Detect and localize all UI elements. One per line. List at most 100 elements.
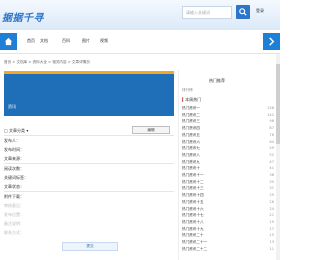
scrollbar-thumb[interactable] [276, 64, 280, 144]
sidebar-item-label: 热门资讯十三 [182, 186, 204, 191]
login-link[interactable]: 登录 [256, 8, 264, 14]
sidebar-item-count: 47 [269, 159, 274, 164]
sidebar-item-count: 41 [269, 166, 274, 171]
divider [4, 191, 174, 192]
sidebar-item-label: 热门资讯十六 [182, 206, 204, 211]
sidebar-list-item[interactable]: 热门资讯三 98 [182, 119, 274, 125]
sidebar-item-count: 19 [269, 219, 274, 224]
sidebar-item-label: 热门资讯八 [182, 152, 200, 157]
sidebar-item-label: 热门资讯七 [182, 146, 200, 151]
sidebar-item-count: 21 [269, 213, 274, 218]
field-views: 阅读次数： [4, 166, 24, 171]
sidebar-list-item[interactable]: 热门资讯八 52 [182, 153, 274, 159]
search-button[interactable] [236, 5, 250, 19]
search-icon [239, 8, 247, 16]
sidebar-list-item[interactable]: 热门资讯十 41 [182, 166, 274, 172]
sidebar-list-item[interactable]: 热门资讯十八 19 [182, 220, 274, 226]
sidebar-item-label: 热门资讯一 [182, 106, 200, 110]
nav-bar: 首页 文档 百科 图片 视频 [0, 30, 280, 54]
sidebar-item-label: 热门资讯十九 [182, 226, 204, 231]
divider [4, 135, 174, 136]
nav-item-home[interactable]: 首页 [27, 38, 35, 44]
sidebar-item-count: 29 [269, 193, 274, 198]
header-bar: 据据千寻 请输入关键词 登录 [0, 0, 280, 30]
nav-item-docs[interactable]: 文档 [40, 38, 48, 44]
field-publish-time: 发布时间： [4, 147, 24, 152]
field-attachment[interactable]: 附件下载： [4, 194, 24, 200]
sidebar-item-count: 98 [269, 119, 274, 124]
sidebar-item-label: 热门资讯十一 [182, 173, 204, 177]
category-select[interactable]: □ 文章分类 ▾ [4, 128, 28, 134]
sidebar-item-count: 24 [269, 206, 274, 211]
field-status: 文章状态： [4, 184, 24, 189]
nav-item-wiki[interactable]: 百科 [62, 38, 70, 44]
sidebar-list-item[interactable]: 热门资讯二 142 [182, 113, 274, 119]
submit-button[interactable]: 提交 [62, 242, 118, 251]
sidebar-item-count: 26 [269, 199, 274, 204]
sidebar-list-item[interactable]: 热门资讯十六 24 [182, 207, 274, 213]
sidebar-item-label: 热门资讯十八 [182, 219, 204, 224]
sidebar-item-count: 31 [269, 186, 274, 191]
nav-item-images[interactable]: 图片 [82, 38, 90, 44]
breadcrumb[interactable]: 首页 > 文档库 > 资料大全 > 相关内容 > 文章详情页 [4, 60, 90, 65]
scrollbar[interactable] [276, 54, 280, 260]
sidebar-list-item[interactable]: 热门资讯九 47 [182, 160, 274, 166]
sidebar-item-label: 热门资讯二十 [182, 233, 204, 238]
sidebar-list-item[interactable]: 热门资讯四 87 [182, 126, 274, 132]
sidebar-item-count: 17 [269, 226, 274, 231]
sidebar-list-item[interactable]: 热门资讯二十 15 [182, 233, 274, 239]
sidebar-title: 热门推荐 [209, 78, 225, 83]
sidebar-list-item[interactable]: 热门资讯六 64 [182, 140, 274, 146]
sidebar-item-count: 52 [269, 152, 274, 157]
sidebar-list-item[interactable]: 热门资讯十二 35 [182, 180, 274, 186]
sidebar-subtitle-label: 本周热门 [185, 97, 202, 102]
sidebar-list-item[interactable]: 热门资讯十四 29 [182, 193, 274, 199]
sidebar-item-label: 热门资讯十四 [182, 193, 204, 198]
search-input[interactable]: 请输入关键词 [182, 6, 232, 19]
sidebar-item-count: 15 [269, 233, 274, 238]
sidebar-item-count: 87 [269, 126, 274, 131]
sidebar-list-item[interactable]: 热门资讯二十二 11 [182, 247, 274, 253]
sidebar-list-item[interactable]: 热门资讯二十一 13 [182, 240, 274, 246]
site-logo[interactable]: 据据千寻 [2, 9, 44, 24]
sidebar-item-label: 热门资讯九 [182, 159, 200, 164]
main-content: 资讯 编辑 □ 文章分类 ▾ 发布人： 发布时间： 文章来源： 阅读次数： 关键… [4, 70, 174, 260]
sidebar-item-count: 142 [267, 112, 274, 117]
sidebar-list-item[interactable]: 热门资讯七 59 [182, 146, 274, 152]
field-review: 审核意见： [4, 203, 24, 208]
sidebar-list-item[interactable]: 热门资讯一 156 [182, 106, 274, 112]
sidebar: 热门推荐 排行榜 ▍本周热门 热门资讯一 156 热门资讯二 142 热门资讯三 98 热门… [178, 70, 276, 260]
sidebar-list-item[interactable]: 热门资讯五 76 [182, 133, 274, 139]
sidebar-item-count: 38 [269, 173, 274, 177]
sidebar-item-count: 64 [269, 139, 274, 144]
field-tags: 关键词标签： [4, 175, 28, 180]
sidebar-note: 排行榜 [182, 88, 193, 92]
sidebar-item-count: 13 [269, 240, 274, 244]
field-contact: 联系方式： [4, 230, 24, 235]
sidebar-list-item[interactable]: 热门资讯十九 17 [182, 227, 274, 233]
sidebar-item-label: 热门资讯十二 [182, 179, 204, 184]
sidebar-item-label: 热门资讯二十一 [182, 240, 208, 244]
sidebar-list-item[interactable]: 热门资讯十三 31 [182, 186, 274, 192]
sidebar-list-item[interactable]: 热门资讯十一 38 [182, 173, 274, 179]
sidebar-item-label: 热门资讯十 [182, 166, 200, 171]
sidebar-item-label: 热门资讯二十二 [182, 246, 208, 251]
chevron-right-icon [269, 37, 275, 46]
nav-item-video[interactable]: 视频 [100, 38, 108, 44]
sidebar-item-label: 热门资讯十七 [182, 213, 204, 218]
sidebar-item-count: 11 [269, 246, 274, 251]
field-source: 文章来源： [4, 156, 24, 161]
sidebar-item-label: 热门资讯二 [182, 112, 200, 117]
sidebar-list-item[interactable]: 热门资讯十七 21 [182, 213, 274, 219]
sidebar-item-count: 156 [267, 106, 274, 110]
banner-title: 资讯 [8, 104, 16, 109]
field-position: 发布位置： [4, 212, 24, 217]
field-publisher: 发布人： [4, 138, 20, 143]
edit-button[interactable]: 编辑 [132, 126, 170, 134]
sidebar-item-label: 热门资讯五 [182, 132, 200, 137]
sidebar-item-label: 热门资讯六 [182, 139, 200, 144]
sidebar-list-item[interactable]: 热门资讯十五 26 [182, 200, 274, 206]
home-button[interactable] [0, 33, 17, 50]
sidebar-item-count: 35 [269, 179, 274, 184]
nav-next-button[interactable] [263, 33, 280, 50]
